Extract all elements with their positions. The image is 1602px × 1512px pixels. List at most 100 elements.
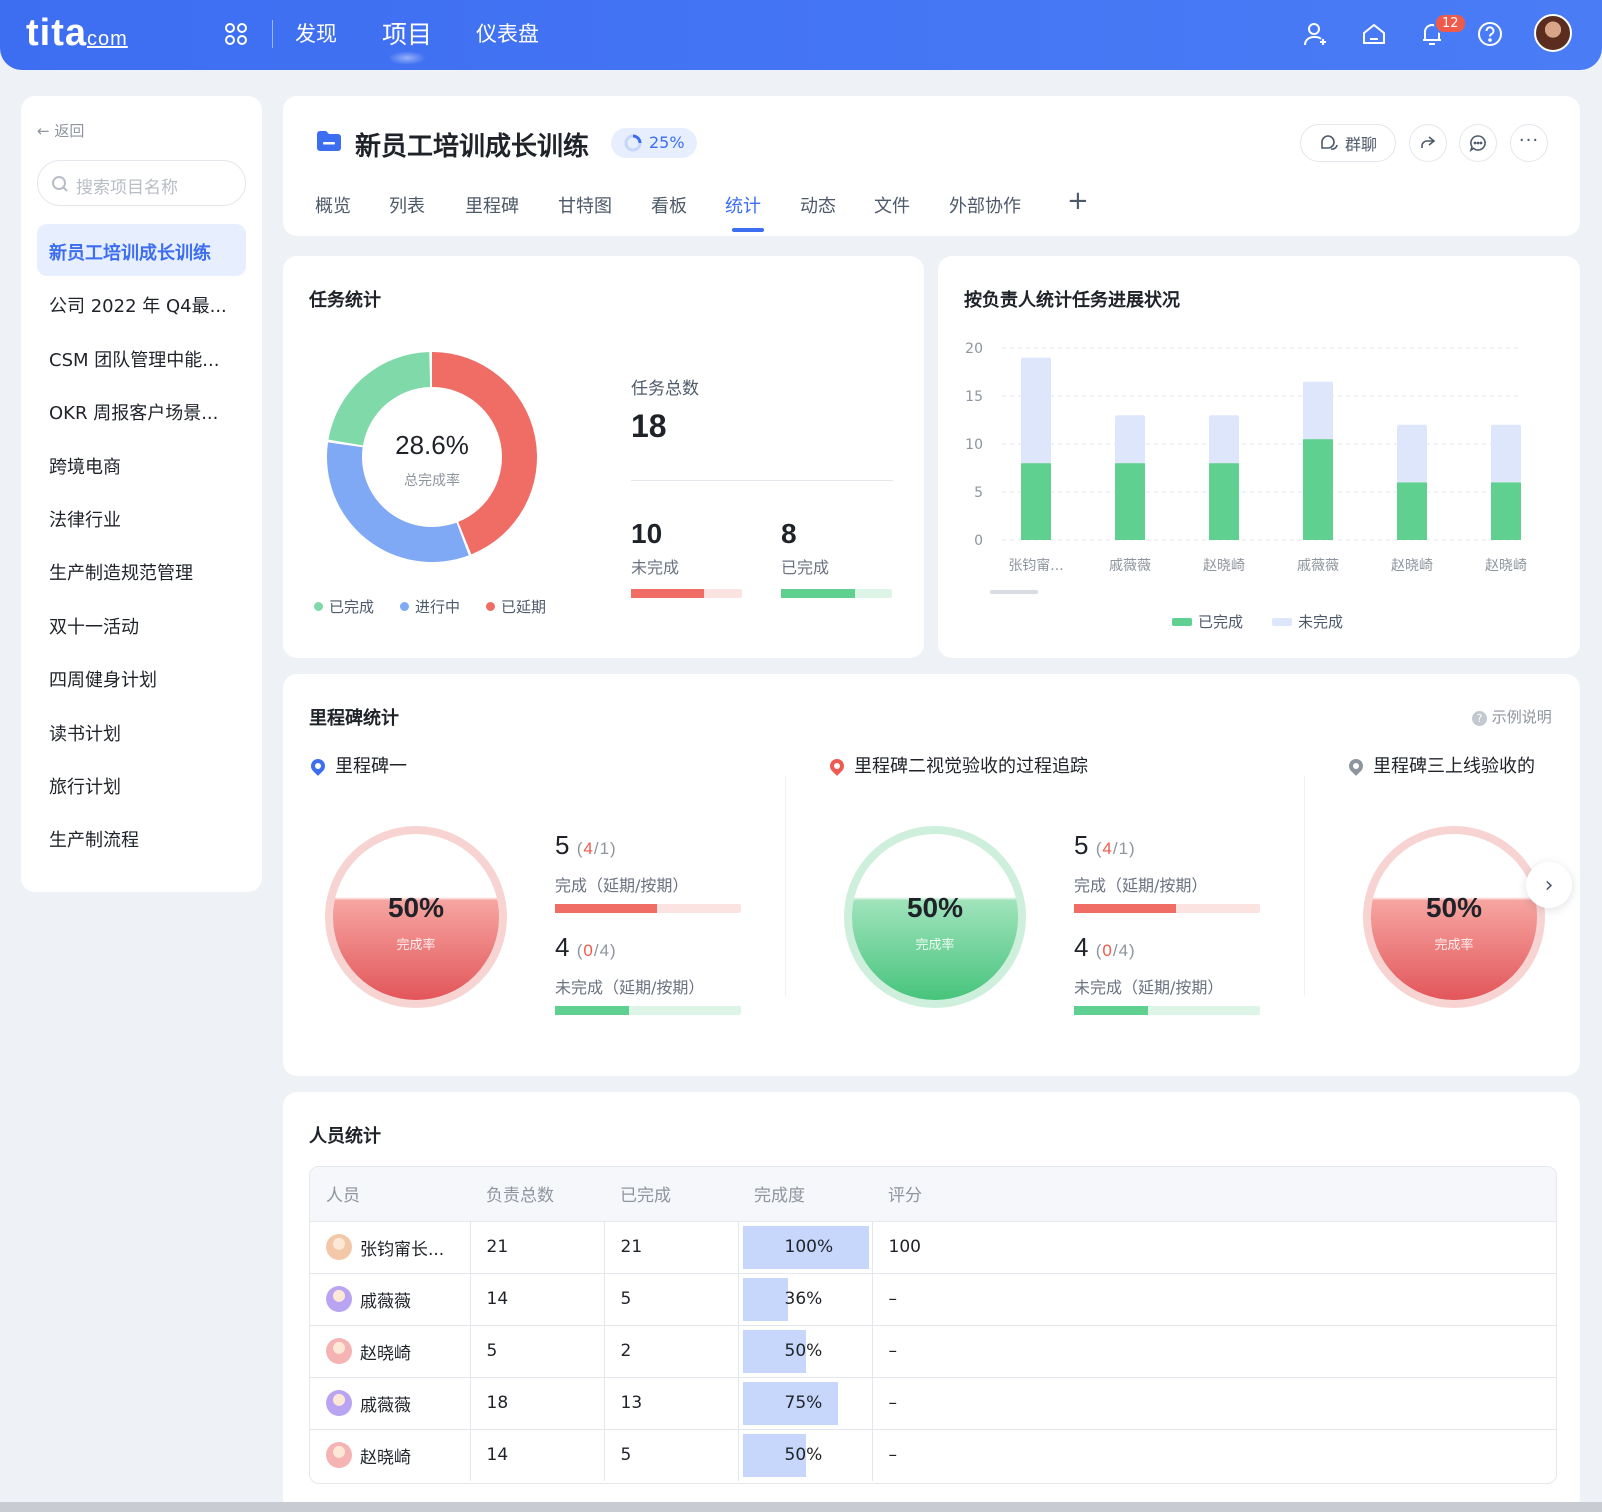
milestone-separator: [1304, 776, 1305, 996]
assignee-progress-card: 按负责人统计任务进展状况 0 5 10 15 20 张钧甯... 戚薇薇 赵晓崎 戚薇薇 赵晓崎赵…: [938, 256, 1580, 658]
completion-value: 36%: [784, 1289, 823, 1309]
col-total[interactable]: 负责总数: [470, 1167, 604, 1221]
sidebar-project-item[interactable]: 新员工培训成长训练: [37, 224, 246, 276]
sidebar-project-item[interactable]: OKR 周报客户场景...: [37, 384, 246, 436]
sidebar-project-item[interactable]: 四周健身计划: [37, 651, 246, 703]
col-done[interactable]: 已完成: [604, 1167, 738, 1221]
comment-button[interactable]: [1459, 124, 1497, 162]
user-avatar[interactable]: [1534, 14, 1572, 52]
milestone-name[interactable]: 里程碑二视觉验收的过程追踪: [830, 752, 1088, 778]
completion-rate-label: 总完成率: [404, 473, 460, 489]
sidebar-project-item[interactable]: 生产制流程: [37, 811, 246, 863]
done-cell: 2: [603, 1324, 738, 1377]
tab-2[interactable]: 里程碑: [465, 192, 519, 218]
score-cell: –: [871, 1324, 1556, 1377]
tita-logo[interactable]: titacom: [26, 12, 128, 55]
table-row[interactable]: 戚薇薇 18 13 75% –: [310, 1376, 1556, 1429]
sidebar-project-item[interactable]: 读书计划: [37, 705, 246, 757]
table-row[interactable]: 戚薇薇 14 5 36% –: [310, 1272, 1556, 1325]
tab-8[interactable]: 外部协作: [949, 192, 1021, 218]
sidebar-project-item[interactable]: 跨境电商: [37, 438, 246, 490]
unfinished-bar: [631, 589, 742, 598]
sidebar-project-item[interactable]: 双十一活动: [37, 598, 246, 650]
milestone-undone-label: 未完成（延期/按期）: [555, 978, 705, 997]
bar-finished[interactable]: [1491, 482, 1521, 540]
person-cell[interactable]: 赵晓崎: [310, 1324, 470, 1377]
tab-6[interactable]: 动态: [800, 192, 836, 218]
table-row[interactable]: 赵晓崎 14 5 50% –: [310, 1428, 1556, 1481]
bar-unfinished[interactable]: [1209, 415, 1239, 464]
completion-cell: 50%: [737, 1428, 872, 1481]
home-icon[interactable]: [1360, 20, 1388, 48]
bar-unfinished[interactable]: [1021, 357, 1051, 464]
person-cell[interactable]: 赵晓崎: [310, 1428, 470, 1481]
bar-finished[interactable]: [1209, 463, 1239, 540]
tab-0[interactable]: 概览: [315, 192, 351, 218]
chat-icon: [1321, 135, 1338, 150]
bar-unfinished[interactable]: [1491, 424, 1521, 483]
done-cell: 5: [603, 1272, 738, 1325]
col-score[interactable]: 评分: [872, 1167, 1556, 1221]
bar-finished[interactable]: [1021, 463, 1051, 540]
nav-projects[interactable]: 项目: [382, 15, 432, 65]
table-row[interactable]: 张钧甯长... 21 21 100% 100: [310, 1220, 1556, 1273]
bar-finished[interactable]: [1303, 439, 1333, 540]
search-input[interactable]: 搜索项目名称: [37, 160, 246, 206]
y-tick-label: 0: [974, 533, 983, 549]
stats-divider: [631, 480, 893, 481]
project-header: 新员工培训成长训练 25% 群聊 ··· 概览 列表 里程碑 甘特图 看板 统计 动态 文件 外…: [283, 96, 1580, 236]
bar-unfinished[interactable]: [1115, 415, 1145, 464]
milestone-next-button[interactable]: ›: [1526, 862, 1572, 908]
back-link[interactable]: ← 返回: [37, 120, 84, 141]
sidebar-project-item[interactable]: 旅行计划: [37, 758, 246, 810]
tab-1[interactable]: 列表: [389, 192, 425, 218]
apps-grid-icon[interactable]: [224, 22, 248, 46]
chart-scroll-indicator[interactable]: [990, 590, 1038, 594]
sidebar-project-item[interactable]: 公司 2022 年 Q4最...: [37, 277, 246, 329]
milestone-undone-bar: [1074, 1006, 1260, 1015]
completion-cell: 36%: [737, 1272, 872, 1325]
tab-7[interactable]: 文件: [874, 192, 910, 218]
person-cell[interactable]: 戚薇薇: [310, 1376, 470, 1429]
more-button[interactable]: ···: [1510, 124, 1548, 162]
share-button[interactable]: [1409, 124, 1447, 162]
nav-dashboard[interactable]: 仪表盘: [476, 18, 539, 48]
bar-finished[interactable]: [1397, 482, 1427, 540]
person-cell[interactable]: 张钧甯长...: [310, 1220, 470, 1273]
horizontal-scrollbar[interactable]: [0, 1502, 1602, 1512]
tab-5[interactable]: 统计: [725, 192, 761, 218]
comment-icon: [1469, 135, 1486, 152]
nav-discover[interactable]: 发现: [295, 18, 337, 48]
milestone-name[interactable]: 里程碑三上线验收的: [1349, 752, 1535, 778]
sidebar-project-item[interactable]: 法律行业: [37, 491, 246, 543]
add-user-icon[interactable]: [1302, 20, 1330, 48]
milestone-pct-label: 完成率: [915, 938, 955, 953]
bar-finished[interactable]: [1115, 463, 1145, 540]
col-person[interactable]: 人员: [310, 1167, 470, 1221]
tab-4[interactable]: 看板: [651, 192, 687, 218]
task-stats-title: 任务统计: [309, 290, 381, 311]
folder-icon: [317, 131, 341, 151]
milestone-progress-circle: 50% 完成率: [325, 826, 507, 1008]
person-avatar: [326, 1442, 352, 1469]
done-cell: 5: [603, 1428, 738, 1481]
example-help-link[interactable]: ? 示例说明: [1472, 706, 1552, 727]
milestone-name[interactable]: 里程碑一: [311, 752, 407, 778]
add-tab-icon[interactable]: +: [1067, 186, 1089, 216]
help-icon[interactable]: [1476, 20, 1504, 48]
group-chat-button[interactable]: 群聊: [1300, 124, 1396, 162]
table-row[interactable]: 赵晓崎 5 2 50% –: [310, 1324, 1556, 1377]
chevron-right-icon: ›: [1544, 872, 1554, 898]
total-tasks-value: 18: [631, 408, 667, 444]
col-completion[interactable]: 完成度: [738, 1167, 872, 1221]
person-cell[interactable]: 戚薇薇: [310, 1272, 470, 1325]
bar-unfinished[interactable]: [1303, 381, 1333, 440]
tab-3[interactable]: 甘特图: [558, 192, 612, 218]
x-tick-label: 张钧甯...: [1008, 557, 1063, 574]
bar-unfinished[interactable]: [1397, 424, 1427, 483]
task-stats-card: 任务统计 28.6% 总完成率 任务总数 18 10 未完成 8 已完成 已完成…: [283, 256, 924, 658]
completion-cell: 75%: [737, 1376, 872, 1429]
sidebar-project-item[interactable]: CSM 团队管理中能...: [37, 331, 246, 383]
sidebar-project-item[interactable]: 生产制造规范管理: [37, 544, 246, 596]
total-cell: 14: [469, 1272, 604, 1325]
